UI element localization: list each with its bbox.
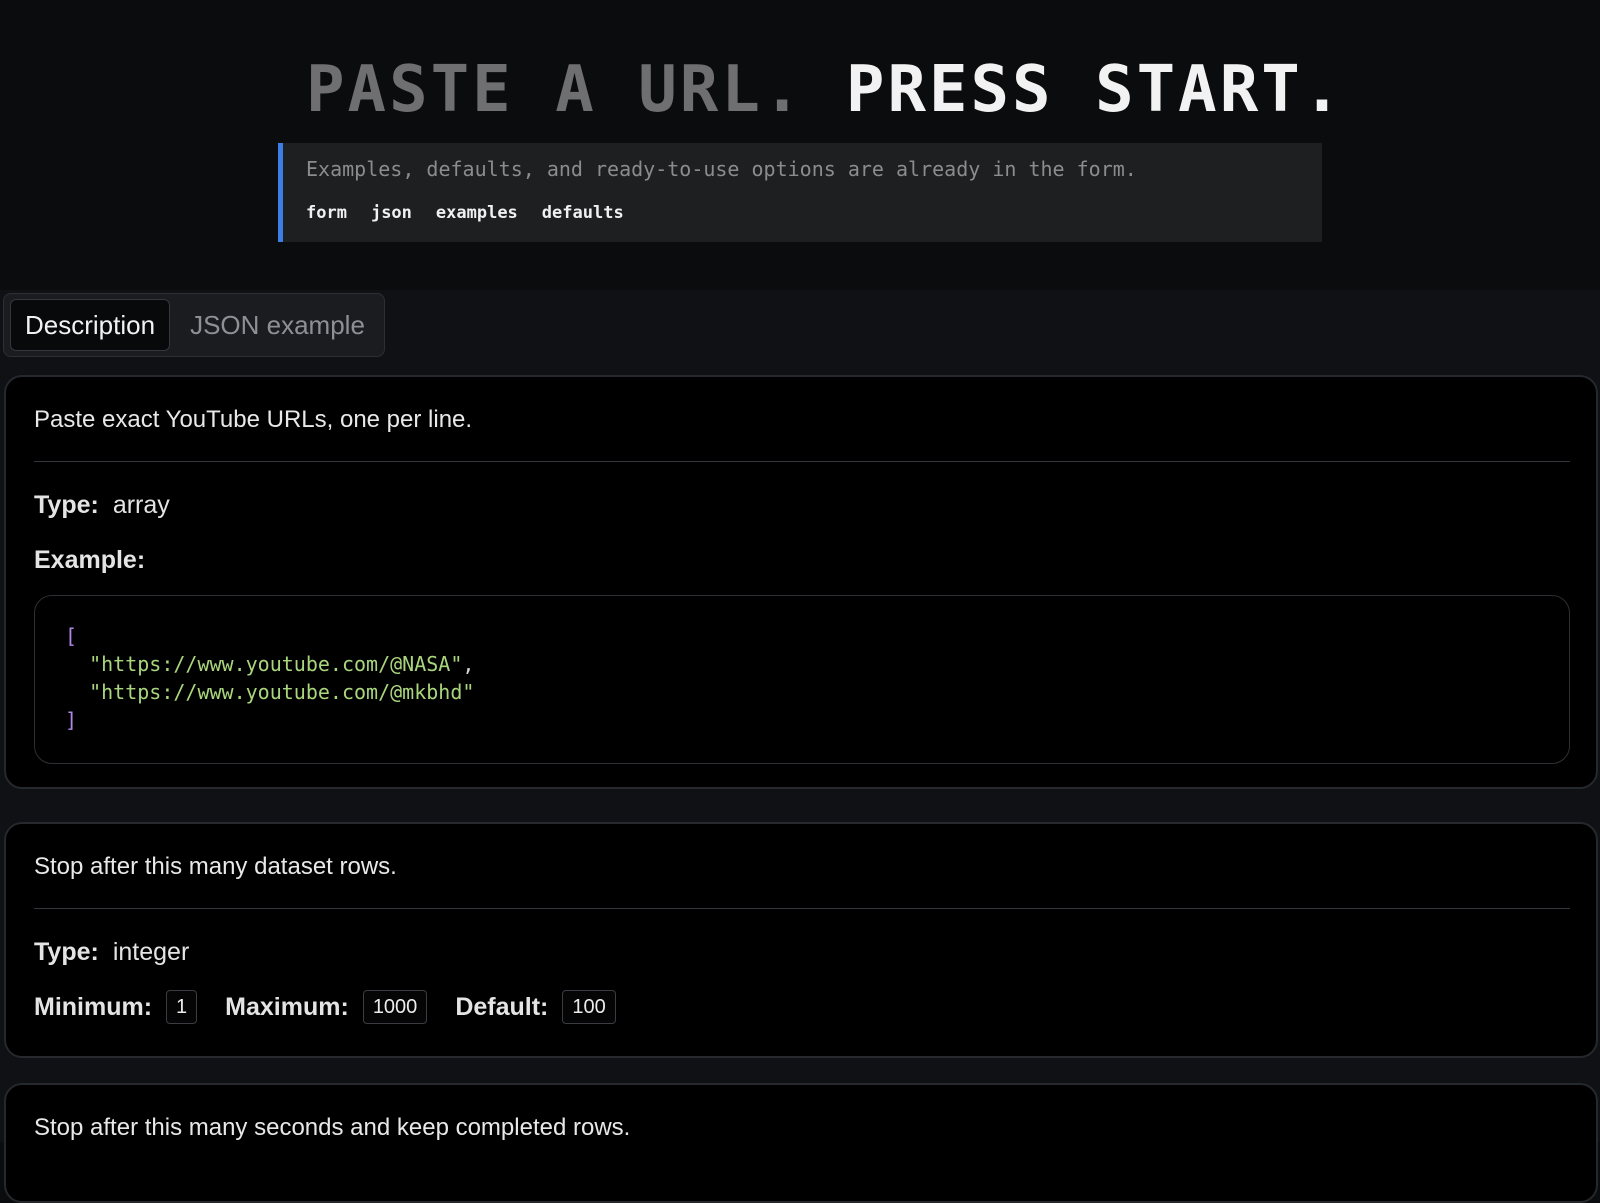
code-close-bracket: ] — [65, 708, 78, 732]
code-comma: , — [462, 652, 475, 676]
field-card-timeout: Stop after this many seconds and keep co… — [4, 1083, 1598, 1203]
constraints-row: Minimum: 1 Maximum: 1000 Default: 100 — [34, 990, 616, 1024]
hero-note: Examples, defaults, and ready-to-use opt… — [278, 143, 1322, 242]
example-code-block: [ "https://www.youtube.com/@NASA", "http… — [34, 595, 1570, 764]
divider — [34, 908, 1570, 909]
maximum-label: Maximum: — [225, 992, 349, 1021]
code-line: "https://www.youtube.com/@mkbhd" — [65, 678, 1539, 706]
field-card-max-rows: Stop after this many dataset rows. Type:… — [4, 822, 1598, 1058]
type-value: integer — [112, 938, 190, 966]
type-label: Type: — [34, 491, 99, 519]
tab-json-example[interactable]: JSON example — [176, 299, 379, 351]
maximum-value: 1000 — [362, 990, 428, 1024]
tab-bar: Description JSON example — [3, 293, 385, 357]
code-open-bracket: [ — [65, 624, 78, 648]
default-label: Default: — [455, 992, 549, 1021]
type-value: array — [112, 491, 170, 519]
example-row: Example: — [34, 546, 145, 575]
type-row: Type: integer — [34, 938, 189, 967]
minimum-label: Minimum: — [34, 992, 153, 1021]
tag-defaults[interactable]: defaults — [542, 203, 624, 223]
type-row: Type: array — [34, 491, 170, 520]
code-string: "https://www.youtube.com/@mkbhd" — [89, 680, 475, 704]
tag-form[interactable]: form — [306, 203, 347, 223]
field-card-urls: Paste exact YouTube URLs, one per line. … — [4, 375, 1598, 789]
divider — [34, 461, 1570, 462]
tag-json[interactable]: json — [371, 203, 412, 223]
hero-title: PASTE A URL. PRESS START. — [306, 50, 1344, 130]
hero-tags: form json examples defaults — [306, 203, 624, 223]
tab-description[interactable]: Description — [10, 299, 171, 351]
field-description: Stop after this many dataset rows. — [34, 853, 397, 880]
hero-title-dim: PASTE A URL. — [306, 53, 805, 127]
hero-section: PASTE A URL. PRESS START. Examples, defa… — [0, 0, 1600, 290]
field-description: Paste exact YouTube URLs, one per line. — [34, 406, 473, 433]
field-description: Stop after this many seconds and keep co… — [34, 1114, 631, 1141]
code-string: "https://www.youtube.com/@NASA" — [89, 652, 463, 676]
hero-note-text: Examples, defaults, and ready-to-use opt… — [306, 157, 1137, 181]
default-value: 100 — [562, 990, 616, 1024]
tag-examples[interactable]: examples — [436, 203, 518, 223]
hero-title-bright: PRESS START. — [845, 53, 1345, 127]
schema-panel: Description JSON example Paste exact You… — [0, 290, 1600, 1203]
code-line: "https://www.youtube.com/@NASA", — [65, 650, 1539, 678]
code-line: ] — [65, 706, 1539, 734]
example-label: Example: — [34, 546, 146, 574]
minimum-value: 1 — [166, 990, 198, 1024]
type-label: Type: — [34, 938, 99, 966]
code-line: [ — [65, 622, 1539, 650]
